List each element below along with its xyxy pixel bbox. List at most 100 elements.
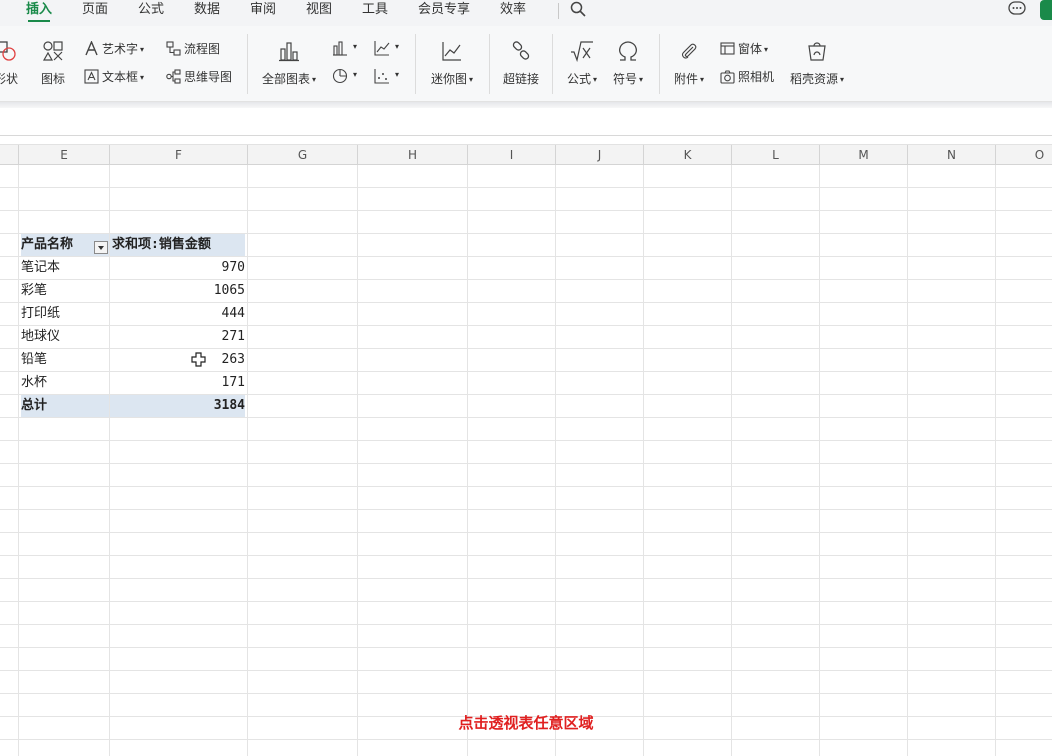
formula-bar[interactable] <box>0 108 1052 136</box>
column-header-k[interactable]: K <box>644 145 732 165</box>
pie-chart-button[interactable]: ▾ <box>332 68 360 86</box>
scatter-chart-button[interactable]: ▾ <box>374 68 402 86</box>
tab-page[interactable]: 页面 <box>82 0 108 26</box>
bar-chart-icon <box>279 42 299 62</box>
shape-button[interactable]: 形状 <box>0 40 26 88</box>
scatter-chart-icon <box>374 69 389 84</box>
tab-efficiency[interactable]: 效率 <box>500 0 526 26</box>
column-chart-button[interactable]: ▾ <box>332 40 360 58</box>
resources-button[interactable]: 稻壳资源 ▾ <box>786 40 848 88</box>
column-header-o[interactable]: O <box>996 145 1052 165</box>
grid-line <box>0 670 1052 671</box>
grid-line <box>0 486 1052 487</box>
ribbon-divider <box>247 34 248 94</box>
cloud-sync-icon[interactable] <box>1040 0 1052 20</box>
column-header-j[interactable]: J <box>556 145 644 165</box>
hyperlink-button[interactable]: 超链接 <box>500 40 542 88</box>
column-header-l[interactable]: L <box>732 145 820 165</box>
resources-icon <box>808 42 826 61</box>
grid-line <box>555 165 556 756</box>
tab-review[interactable]: 审阅 <box>250 0 276 26</box>
chat-icon[interactable] <box>1008 1 1026 17</box>
grid-line <box>0 417 1052 418</box>
pivot-row-name[interactable]: 笔记本 <box>21 257 109 279</box>
flowchart-button[interactable]: 流程图 <box>166 40 220 58</box>
column-header-m[interactable]: M <box>820 145 908 165</box>
paperclip-icon <box>681 43 697 59</box>
column-chart-icon <box>333 41 347 56</box>
column-header-partial[interactable] <box>0 145 19 165</box>
wordart-button[interactable]: 艺术字 ▾ <box>84 40 144 58</box>
pivot-total-value[interactable]: 3184 <box>110 395 245 417</box>
column-header-f[interactable]: F <box>110 145 248 165</box>
ribbon-divider <box>489 34 490 94</box>
grid-line <box>0 463 1052 464</box>
ribbon-divider <box>552 34 553 94</box>
column-header-bar: E F G H I J K L M N O <box>0 144 1052 165</box>
pivot-row-value[interactable]: 271 <box>110 326 245 348</box>
line-chart-button[interactable]: ▾ <box>374 40 402 58</box>
grid-line <box>0 647 1052 648</box>
column-header-n[interactable]: N <box>908 145 996 165</box>
pivot-row-value[interactable]: 970 <box>110 257 245 279</box>
tab-tools[interactable]: 工具 <box>362 0 388 26</box>
textbox-icon <box>84 69 99 84</box>
pivot-header-sum[interactable]: 求和项:销售金额 <box>110 234 245 256</box>
tab-data[interactable]: 数据 <box>194 0 220 26</box>
equation-icon <box>571 41 593 62</box>
search-icon[interactable] <box>569 0 587 18</box>
column-header-i[interactable]: I <box>468 145 556 165</box>
pivot-row-name[interactable]: 打印纸 <box>21 303 109 325</box>
pivot-row-name[interactable]: 水杯 <box>21 372 109 394</box>
tab-divider <box>558 3 559 19</box>
camera-icon <box>720 70 735 84</box>
link-icon <box>512 41 530 60</box>
grid-line <box>0 210 1052 211</box>
tab-view[interactable]: 视图 <box>306 0 332 26</box>
pie-chart-icon <box>332 68 348 84</box>
grid-line <box>0 601 1052 602</box>
form-button[interactable]: 窗体 ▾ <box>720 40 768 58</box>
grid-line <box>731 165 732 756</box>
grid-line <box>18 165 19 756</box>
grid-line <box>643 165 644 756</box>
grid-line <box>0 555 1052 556</box>
pivot-row-name[interactable]: 地球仪 <box>21 326 109 348</box>
ribbon-divider <box>415 34 416 94</box>
pivot-row-value[interactable]: 1065 <box>110 280 245 302</box>
pivot-row-name[interactable]: 彩笔 <box>21 280 109 302</box>
all-charts-button[interactable]: 全部图表 ▾ <box>258 40 320 88</box>
grid-line <box>467 165 468 756</box>
mindmap-button[interactable]: 思维导图 <box>166 68 232 86</box>
icon-library-icon <box>42 41 63 61</box>
grid-line <box>995 165 996 756</box>
grid-line <box>0 440 1052 441</box>
column-header-e[interactable]: E <box>19 145 110 165</box>
omega-icon <box>619 41 637 61</box>
ribbon-divider <box>659 34 660 94</box>
pivot-row-value[interactable]: 171 <box>110 372 245 394</box>
tab-member[interactable]: 会员专享 <box>418 0 470 26</box>
icons-button[interactable]: 图标 <box>36 40 70 88</box>
attachment-button[interactable]: 附件 ▾ <box>668 40 710 88</box>
tab-formulas[interactable]: 公式 <box>138 0 164 26</box>
line-chart-icon <box>374 41 390 56</box>
grid-line <box>907 165 908 756</box>
column-header-h[interactable]: H <box>358 145 468 165</box>
ribbon-tab-bar: 插入 页面 公式 数据 审阅 视图 工具 会员专享 效率 <box>0 0 1052 26</box>
tab-insert[interactable]: 插入 <box>26 0 52 26</box>
grid-line <box>0 509 1052 510</box>
grid-line <box>0 578 1052 579</box>
pivot-row-value[interactable]: 263 <box>110 349 245 371</box>
column-header-g[interactable]: G <box>248 145 358 165</box>
sparkline-button[interactable]: 迷你图 ▾ <box>426 40 478 88</box>
filter-dropdown-icon[interactable] <box>94 241 108 254</box>
flowchart-icon <box>166 41 181 56</box>
textbox-button[interactable]: 文本框 ▾ <box>84 68 144 86</box>
equation-button[interactable]: 公式 ▾ <box>562 40 602 88</box>
pivot-total-label[interactable]: 总计 <box>21 395 109 417</box>
pivot-row-value[interactable]: 444 <box>110 303 245 325</box>
symbol-button[interactable]: 符号 ▾ <box>608 40 648 88</box>
pivot-row-name[interactable]: 铅笔 <box>21 349 109 371</box>
camera-button[interactable]: 照相机 <box>720 68 774 86</box>
